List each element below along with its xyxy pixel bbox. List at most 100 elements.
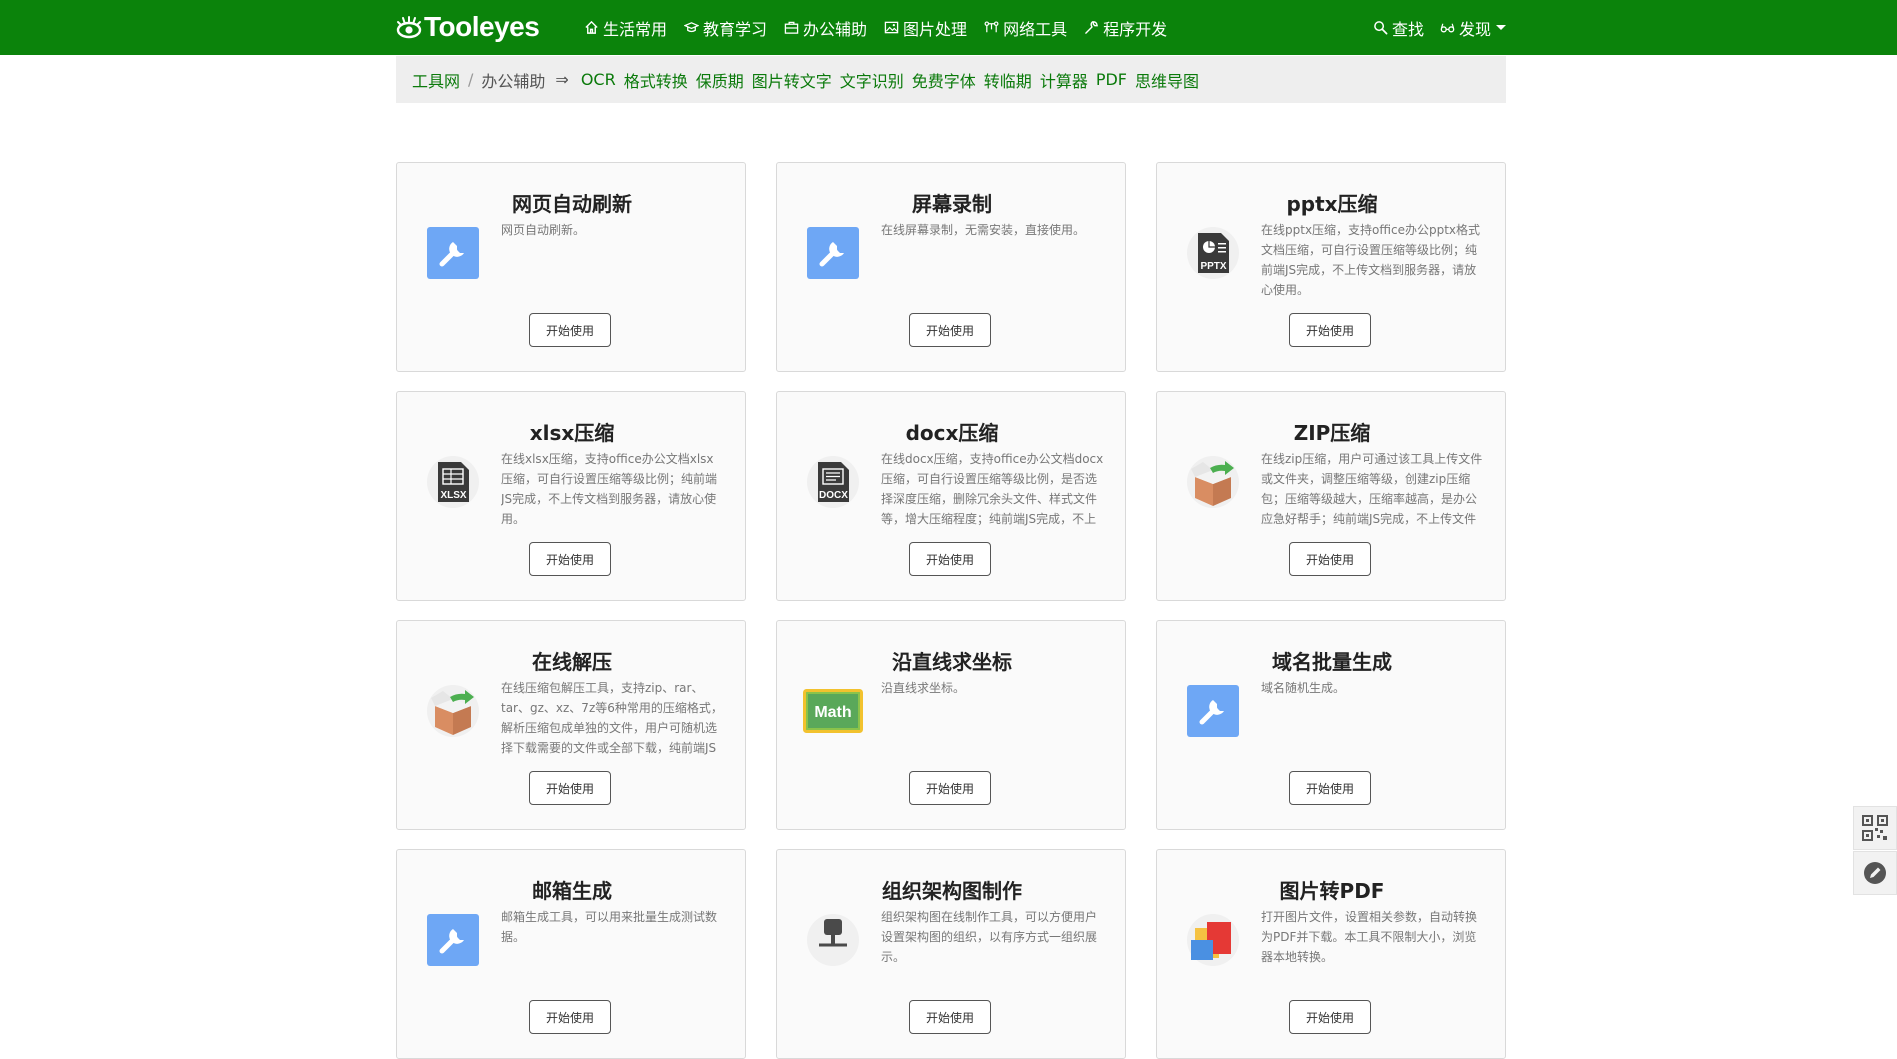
image-pdf-icon bbox=[1187, 914, 1239, 966]
start-use-button[interactable]: 开始使用 bbox=[909, 771, 991, 805]
briefcase-icon bbox=[784, 21, 799, 34]
tool-card[interactable]: 网页自动刷新 网页自动刷新。 开始使用 bbox=[396, 162, 746, 372]
search-icon bbox=[1374, 21, 1388, 35]
package-icon bbox=[427, 685, 479, 737]
tool-card-title[interactable]: ZIP压缩 bbox=[1157, 417, 1507, 446]
tool-card-title[interactable]: 邮箱生成 bbox=[397, 875, 747, 904]
tool-card[interactable]: pptx压缩 PPTX 在线pptx压缩，支持office办公pptx格式文档压缩，… bbox=[1156, 162, 1506, 372]
tool-card[interactable]: ZIP压缩在线zip压缩，用户可通过该工具上传文件或文件夹，调整压缩等级，创建z… bbox=[1156, 391, 1506, 601]
quick-link[interactable]: 文字识别 bbox=[840, 68, 904, 92]
start-use-button[interactable]: 开始使用 bbox=[1289, 1000, 1371, 1034]
quick-link[interactable]: 思维导图 bbox=[1135, 68, 1199, 92]
breadcrumb-home-link[interactable]: 工具网 bbox=[412, 68, 460, 92]
tool-card-description: 在线压缩包解压工具，支持zip、rar、tar、gz、xz、7z等6种常用的压缩… bbox=[501, 681, 723, 755]
start-use-button[interactable]: 开始使用 bbox=[529, 542, 611, 576]
nav-item-label: 图片处理 bbox=[903, 19, 968, 39]
discover-dropdown[interactable]: 发现 bbox=[1440, 16, 1506, 40]
tool-card[interactable]: 在线解压在线压缩包解压工具，支持zip、rar、tar、gz、xz、7z等6种常… bbox=[396, 620, 746, 830]
start-use-button[interactable]: 开始使用 bbox=[529, 1000, 611, 1034]
start-use-button[interactable]: 开始使用 bbox=[1289, 771, 1371, 805]
tool-card-description: 在线xlsx压缩，支持office办公文档xlsx压缩，可自行设置压缩等级比例；… bbox=[501, 452, 718, 526]
wrench-icon bbox=[807, 227, 859, 279]
svg-text:DOCX: DOCX bbox=[819, 490, 848, 501]
site-logo[interactable]: Tooleyes bbox=[396, 10, 540, 44]
start-use-button[interactable]: 开始使用 bbox=[529, 313, 611, 347]
nav-item-label: 生活常用 bbox=[603, 19, 668, 39]
quick-link[interactable]: PDF bbox=[1096, 70, 1127, 89]
start-use-button[interactable]: 开始使用 bbox=[909, 1000, 991, 1034]
top-navbar: Tooleyes 生活常用 教育学习 办公辅助 图片处理 网络工具 程序开发 查… bbox=[0, 0, 1897, 55]
start-use-button[interactable]: 开始使用 bbox=[1289, 542, 1371, 576]
nav-item-image[interactable]: 图片处理 bbox=[884, 16, 967, 40]
start-use-button[interactable]: 开始使用 bbox=[1289, 313, 1371, 347]
quick-link[interactable]: OCR bbox=[581, 70, 616, 89]
breadcrumb-current: 办公辅助 bbox=[481, 71, 546, 91]
wrench-icon bbox=[1187, 685, 1239, 737]
tool-card-description: 在线pptx压缩，支持office办公pptx格式文档压缩，可自行设置压缩等级比… bbox=[1261, 223, 1481, 297]
tool-card[interactable]: 组织架构图制作 组织架构图在线制作工具，可以方便用户设置架构图的组织，以有序方式一… bbox=[776, 849, 1126, 1059]
tool-card-title[interactable]: 图片转PDF bbox=[1157, 875, 1507, 904]
quick-link[interactable]: 图片转文字 bbox=[752, 68, 832, 92]
brand-name: Tooleyes bbox=[424, 11, 540, 42]
discover-label: 发现 bbox=[1458, 19, 1491, 39]
start-use-button[interactable]: 开始使用 bbox=[529, 771, 611, 805]
tool-card[interactable]: 沿直线求坐标 Math 沿直线求坐标。 开始使用 bbox=[776, 620, 1126, 830]
breadcrumb-separator: / bbox=[468, 70, 474, 89]
quick-link[interactable]: 转临期 bbox=[984, 68, 1032, 92]
tool-card[interactable]: 屏幕录制 在线屏幕录制，无需安装，直接使用。 开始使用 bbox=[776, 162, 1126, 372]
qrcode-button[interactable] bbox=[1853, 806, 1897, 850]
breadcrumb-arrow: ⇒ bbox=[555, 70, 569, 89]
network-icon bbox=[984, 21, 999, 33]
tool-card-description: 在线docx压缩，支持office办公文档docx压缩，可自行设置压缩等级比例，… bbox=[881, 452, 1104, 526]
quick-link[interactable]: 格式转换 bbox=[624, 68, 688, 92]
tool-card-title[interactable]: 域名批量生成 bbox=[1157, 646, 1507, 675]
quick-link[interactable]: 计算器 bbox=[1040, 68, 1088, 92]
glasses-icon bbox=[1440, 23, 1455, 33]
tool-card-description: 邮箱生成工具，可以用来批量生成测试数据。 bbox=[501, 910, 718, 944]
math-icon: Math bbox=[803, 689, 863, 741]
xlsx-file-icon: XLSX bbox=[427, 456, 479, 508]
quick-link[interactable]: 免费字体 bbox=[912, 68, 976, 92]
nav-item-life[interactable]: 生活常用 bbox=[584, 16, 667, 40]
nav-item-label: 教育学习 bbox=[703, 19, 768, 39]
tool-card-title[interactable]: xlsx压缩 bbox=[397, 417, 747, 446]
tool-card[interactable]: docx压缩 DOCX 在线docx压缩，支持office办公文档docx压缩，可自… bbox=[776, 391, 1126, 601]
tool-card-description: 在线zip压缩，用户可通过该工具上传文件或文件夹，调整压缩等级，创建zip压缩包… bbox=[1261, 452, 1483, 526]
feedback-button[interactable] bbox=[1853, 851, 1897, 895]
eye-icon bbox=[396, 16, 422, 39]
tool-card[interactable]: 邮箱生成邮箱生成工具，可以用来批量生成测试数据。开始使用 bbox=[396, 849, 746, 1059]
tool-card-title[interactable]: 在线解压 bbox=[397, 646, 747, 675]
wrench-icon bbox=[427, 914, 479, 966]
wrench-icon bbox=[427, 227, 479, 279]
nav-item-office[interactable]: 办公辅助 bbox=[784, 16, 867, 40]
search-label: 查找 bbox=[1391, 19, 1424, 39]
tool-card[interactable]: 图片转PDF 打开图片文件，设置相关参数，自动转换为PDF并下载。本工具不限制大小… bbox=[1156, 849, 1506, 1059]
nav-item-network[interactable]: 网络工具 bbox=[984, 16, 1067, 40]
start-use-button[interactable]: 开始使用 bbox=[909, 313, 991, 347]
start-use-button[interactable]: 开始使用 bbox=[909, 542, 991, 576]
tool-card-title[interactable]: 组织架构图制作 bbox=[777, 875, 1127, 904]
org-chart-icon bbox=[807, 914, 859, 966]
tool-card-title[interactable]: pptx压缩 bbox=[1157, 188, 1507, 217]
tool-card-title[interactable]: 网页自动刷新 bbox=[397, 188, 747, 217]
nav-item-label: 程序开发 bbox=[1103, 19, 1168, 39]
edit-icon bbox=[1864, 862, 1886, 884]
nav-item-education[interactable]: 教育学习 bbox=[684, 16, 767, 40]
tool-card-title[interactable]: docx压缩 bbox=[777, 417, 1127, 446]
quick-link[interactable]: 保质期 bbox=[696, 68, 744, 92]
nav-item-label: 办公辅助 bbox=[803, 19, 868, 39]
nav-item-label: 网络工具 bbox=[1003, 19, 1068, 39]
tool-card-title[interactable]: 沿直线求坐标 bbox=[777, 646, 1127, 675]
search-link[interactable]: 查找 bbox=[1373, 16, 1424, 40]
chevron-down-icon bbox=[1496, 25, 1506, 30]
tool-card-title[interactable]: 屏幕录制 bbox=[777, 188, 1127, 217]
image-icon bbox=[884, 21, 899, 34]
tool-card[interactable]: 域名批量生成 域名随机生成。 开始使用 bbox=[1156, 620, 1506, 830]
tool-card[interactable]: xlsx压缩 XLSX 在线xlsx压缩，支持office办公文档xlsx压缩，可自… bbox=[396, 391, 746, 601]
nav-item-dev[interactable]: 程序开发 bbox=[1084, 16, 1167, 40]
pptx-file-icon: PPTX bbox=[1187, 227, 1239, 279]
svg-text:XLSX: XLSX bbox=[440, 490, 466, 501]
tool-card-description: 打开图片文件，设置相关参数，自动转换为PDF并下载。本工具不限制大小，浏览器本地… bbox=[1261, 910, 1478, 964]
graduation-cap-icon bbox=[684, 22, 700, 33]
qrcode-icon bbox=[1862, 815, 1888, 841]
